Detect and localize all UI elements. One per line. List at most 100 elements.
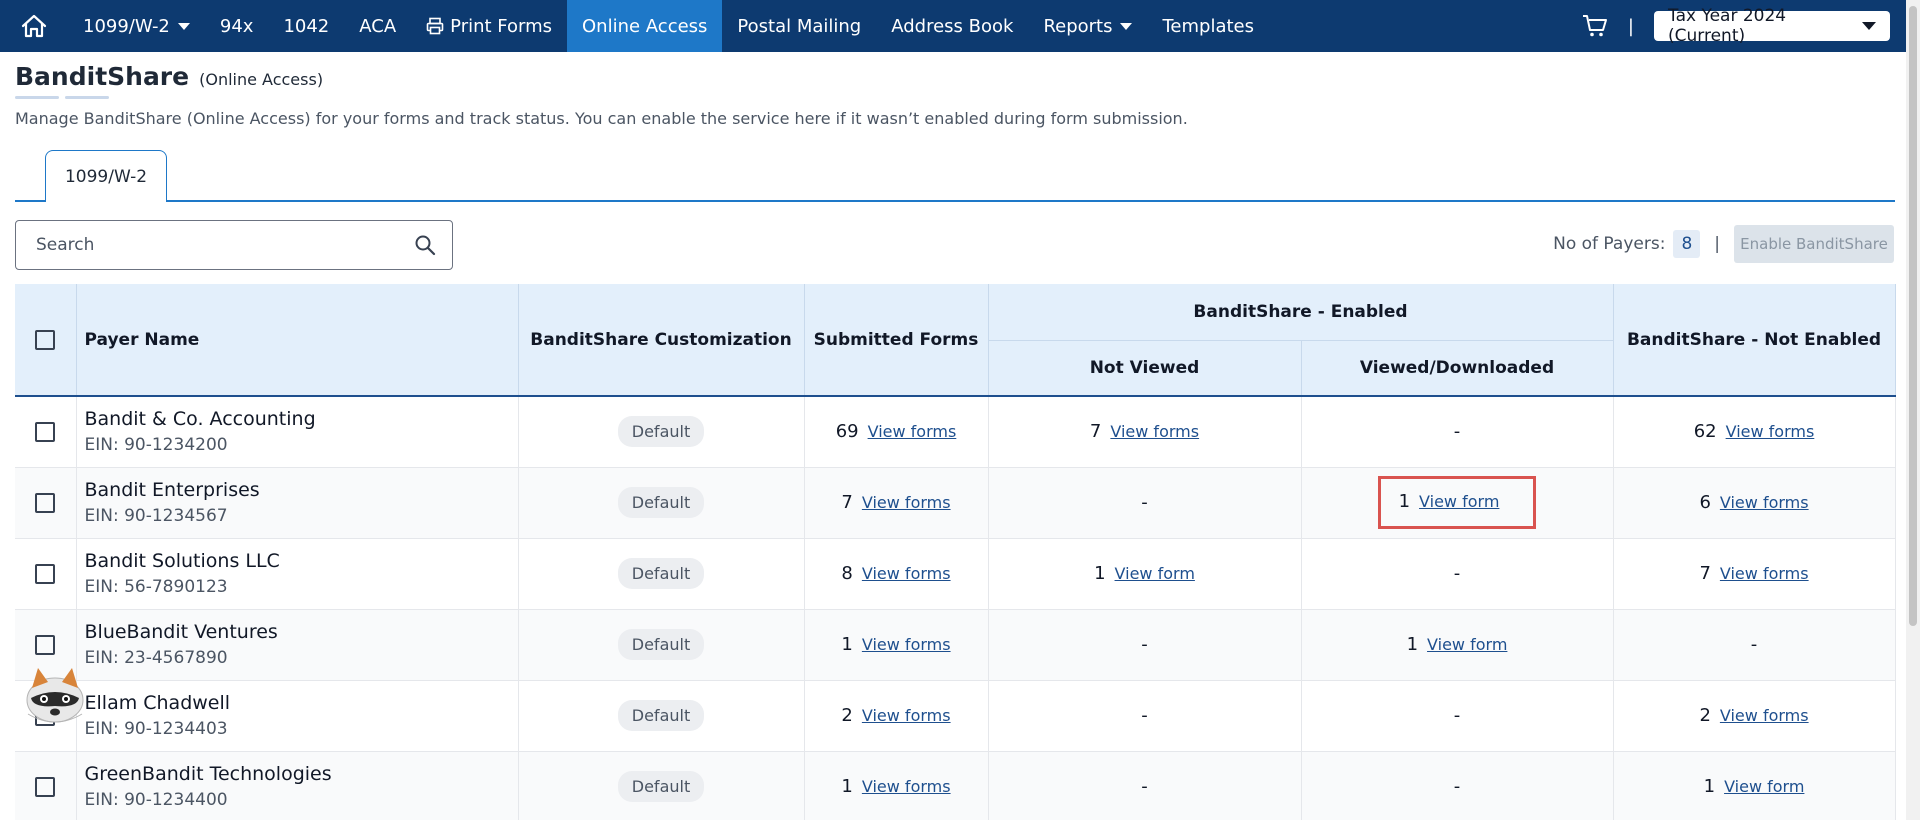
form-count: 62: [1693, 421, 1717, 443]
payer-cell: GreenBandit Technologies EIN: 90-1234400: [76, 751, 519, 820]
nav-label: Templates: [1162, 15, 1254, 37]
view-forms-link[interactable]: View forms: [862, 777, 951, 796]
not-enabled-cell: 7 View forms: [1613, 538, 1896, 610]
form-count: 1: [1703, 776, 1716, 797]
chevron-down-icon: [1862, 22, 1876, 30]
nav-templates[interactable]: Templates: [1147, 0, 1269, 52]
view-forms-link[interactable]: View forms: [1726, 422, 1815, 441]
top-nav-bar: 1099/W-2 94x 1042 ACA Print Forms Online…: [0, 0, 1906, 52]
row-checkbox[interactable]: [35, 777, 56, 797]
nav-separator: |: [1627, 15, 1634, 37]
home-icon: [21, 14, 47, 38]
payer-name: Bandit Solutions LLC: [84, 549, 280, 572]
printer-icon: [426, 17, 444, 35]
nav-aca[interactable]: ACA: [344, 0, 411, 52]
scrollbar-thumb[interactable]: [1909, 6, 1917, 626]
not-enabled-cell: 6 View forms: [1613, 467, 1896, 539]
not-viewed-cell: 7 View forms: [988, 396, 1302, 468]
enable-banditshare-button[interactable]: Enable BanditShare: [1734, 225, 1894, 263]
search-input[interactable]: [36, 235, 414, 255]
view-forms-link[interactable]: View forms: [868, 422, 957, 441]
nav-postal-mailing[interactable]: Postal Mailing: [722, 0, 876, 52]
customization-badge[interactable]: Default: [617, 558, 705, 589]
cart-button[interactable]: [1580, 10, 1610, 42]
payer-cell: Ellam Chadwell EIN: 90-1234403: [76, 680, 519, 752]
customization-cell: Default: [518, 680, 805, 752]
nav-label: 1099/W-2: [83, 15, 170, 37]
empty-value: -: [1453, 776, 1461, 797]
table-row: GreenBandit Technologies EIN: 90-1234400 D…: [15, 751, 1896, 820]
view-forms-link[interactable]: View forms: [1720, 564, 1809, 583]
submitted-cell: 1 View forms: [804, 751, 989, 820]
nav-address-book[interactable]: Address Book: [876, 0, 1028, 52]
nav-1099-w2[interactable]: 1099/W-2: [68, 0, 205, 52]
nav-94x[interactable]: 94x: [205, 0, 269, 52]
customization-badge[interactable]: Default: [617, 416, 705, 448]
row-checkbox[interactable]: [35, 564, 56, 584]
tab-1099-w2[interactable]: 1099/W-2: [45, 150, 167, 202]
view-forms-link[interactable]: View forms: [862, 706, 951, 725]
payer-name: BlueBandit Ventures: [84, 620, 278, 643]
payer-name: Bandit & Co. Accounting: [84, 407, 316, 430]
not-enabled-cell: 1 View form: [1613, 751, 1896, 820]
home-button[interactable]: [0, 0, 68, 52]
table-row: Bandit Solutions LLC EIN: 56-7890123 Defau…: [15, 538, 1896, 610]
search-icon[interactable]: [414, 234, 436, 256]
page-scrollbar[interactable]: [1906, 0, 1920, 820]
row-checkbox[interactable]: [35, 422, 56, 443]
nav-online-access[interactable]: Online Access: [567, 0, 723, 52]
row-select-cell: [15, 467, 77, 539]
not-viewed-cell: 1 View form: [988, 538, 1302, 610]
customization-badge[interactable]: Default: [617, 487, 705, 518]
customization-badge[interactable]: Default: [617, 629, 705, 660]
empty-value: -: [1141, 776, 1148, 797]
header-viewed-downloaded: Viewed/Downloaded: [1301, 339, 1614, 397]
payer-count-badge: 8: [1673, 230, 1701, 258]
customization-badge[interactable]: Default: [617, 771, 705, 802]
view-forms-link[interactable]: View form: [1419, 492, 1499, 511]
raccoon-mascot-icon[interactable]: [22, 664, 88, 726]
empty-value: -: [1453, 421, 1461, 443]
header-submitted-forms: Submitted Forms: [804, 284, 989, 397]
not-enabled-cell: 2 View forms: [1613, 680, 1896, 752]
not-viewed-cell: -: [988, 609, 1302, 681]
payer-name: GreenBandit Technologies: [84, 762, 332, 785]
form-count: 1: [841, 776, 853, 797]
not-enabled-cell: -: [1613, 609, 1896, 681]
view-forms-link[interactable]: View forms: [1720, 706, 1809, 725]
submitted-cell: 7 View forms: [804, 467, 989, 539]
view-forms-link[interactable]: View form: [1724, 777, 1804, 796]
payer-cell: Bandit & Co. Accounting EIN: 90-1234200: [76, 396, 519, 468]
view-forms-link[interactable]: View forms: [862, 564, 951, 583]
view-forms-link[interactable]: View forms: [862, 635, 951, 654]
header-payer-name[interactable]: Payer Name: [76, 284, 519, 397]
customization-cell: Default: [518, 751, 805, 820]
view-forms-link[interactable]: View forms: [862, 493, 951, 512]
payers-table: Payer Name BanditShare Customization Sub…: [15, 284, 1896, 820]
form-count: 1: [841, 634, 853, 655]
tax-year-select[interactable]: Tax Year 2024 (Current): [1654, 6, 1890, 46]
submitted-cell: 69 View forms: [804, 396, 989, 468]
empty-value: -: [1141, 705, 1148, 726]
page-subtitle: (Online Access): [199, 70, 324, 89]
viewed-cell: -: [1301, 396, 1614, 468]
chevron-down-icon: [1120, 22, 1133, 30]
empty-value: -: [1141, 492, 1148, 513]
page-title: BanditShare: [15, 62, 190, 91]
nav-1042[interactable]: 1042: [268, 0, 344, 52]
row-checkbox[interactable]: [35, 493, 56, 513]
nav-print-forms[interactable]: Print Forms: [411, 0, 567, 52]
title-underline-segment: [15, 96, 59, 99]
row-checkbox[interactable]: [35, 635, 56, 655]
customization-badge[interactable]: Default: [617, 700, 705, 731]
view-forms-link[interactable]: View forms: [1110, 422, 1199, 441]
nav-reports[interactable]: Reports: [1028, 0, 1147, 52]
view-forms-link[interactable]: View forms: [1720, 493, 1809, 512]
form-count: 1: [1398, 491, 1411, 512]
form-count: 6: [1699, 492, 1711, 513]
nav-label: 1042: [283, 15, 330, 37]
view-forms-link[interactable]: View form: [1115, 564, 1195, 583]
select-all-header: [15, 284, 77, 397]
select-all-checkbox[interactable]: [35, 329, 56, 350]
view-forms-link[interactable]: View form: [1427, 635, 1507, 654]
